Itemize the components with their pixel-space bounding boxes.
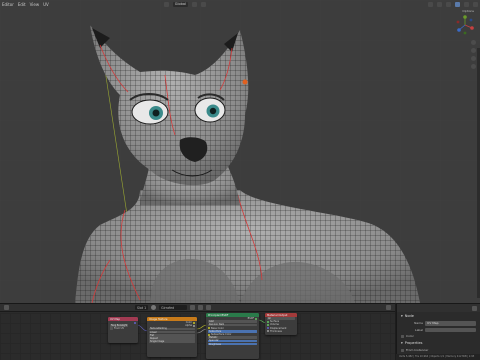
from-instancer-prop-row: From Instancer [397, 347, 480, 353]
proportional-edit-icon[interactable] [200, 1, 206, 7]
editor-type-icon[interactable] [4, 305, 9, 310]
material-sphere-icon[interactable] [151, 305, 157, 310]
from-instancer-checkbox[interactable] [401, 348, 404, 352]
shader-node-editor[interactable]: Slot 1 Girrafed UV Map Fang Bonelight Fr… [0, 303, 395, 360]
shading-solid-icon[interactable] [455, 1, 460, 7]
from-instancer-label: From Instancer [406, 348, 429, 352]
status-bar: Verts 5,482 | Tris 10,964 | Objects 1/1 … [396, 354, 480, 360]
unlink-icon[interactable] [206, 305, 212, 310]
props-header [397, 304, 480, 312]
viewport-scene[interactable] [0, 0, 480, 303]
pan-hand-icon[interactable] [471, 48, 476, 53]
principled-bsdf-node[interactable]: Principled BSDF BSDF GGX Random Walk Bas… [206, 313, 259, 359]
thickness-input-row: Thickness [265, 330, 297, 333]
material-output-node[interactable]: Material Output All Surface Volume Displ… [265, 313, 297, 335]
chevron-down-icon: ▾ [401, 314, 403, 318]
source-dropdown[interactable]: Single Image [149, 340, 195, 343]
menu-editor[interactable]: Editor [2, 2, 14, 7]
from-instancer-row: From UV [108, 327, 138, 331]
node-properties-panel[interactable]: ▾ Node Name UV Map Label Color ▾ Propertie… [396, 303, 480, 360]
fake-user-icon[interactable] [190, 305, 196, 310]
shading-wire-icon[interactable] [446, 1, 451, 7]
shading-material-icon[interactable] [464, 1, 469, 7]
options-button[interactable]: Options [462, 9, 474, 13]
color-label: Color [406, 334, 414, 338]
navigation-gizmo[interactable] [454, 14, 476, 36]
material-name-field[interactable]: Girrafed [159, 305, 188, 310]
3d-viewport[interactable]: Editor Edit View UV Global Options [0, 0, 480, 303]
shading-rendered-icon[interactable] [473, 1, 478, 7]
new-material-icon[interactable] [198, 305, 204, 310]
node-editor-header: Slot 1 Girrafed [0, 304, 395, 312]
roughness-row: Roughness [206, 343, 259, 346]
snap-icon[interactable] [191, 1, 197, 7]
node-panel-title[interactable]: ▾ Node [397, 312, 480, 320]
label-field[interactable] [425, 327, 476, 332]
xray-icon[interactable] [437, 1, 442, 7]
uv-map-node[interactable]: UV Map Fang Bonelight From UV [108, 317, 138, 343]
overlay-icon[interactable] [428, 1, 433, 7]
menu-uv[interactable]: UV [43, 2, 49, 7]
node-links [136, 319, 267, 334]
name-label: Name [414, 321, 423, 326]
grid-icon[interactable] [471, 64, 476, 69]
name-field[interactable]: UV Map [425, 321, 476, 326]
zoom-icon[interactable] [471, 40, 476, 45]
chevron-down-icon: ▾ [401, 341, 403, 345]
props-tab-icon[interactable] [472, 305, 477, 311]
source-row: Single Image [147, 340, 197, 343]
menu-edit[interactable]: Edit [18, 2, 26, 7]
viewport-header: Editor Edit View UV Global [0, 0, 480, 8]
transform-pivot-icon[interactable] [163, 1, 169, 7]
image-texture-node[interactable]: Image Texture Color Alpha TexturePaintin… [147, 317, 197, 357]
orientation-dropdown[interactable]: Global [172, 1, 188, 7]
selected-vertex[interactable] [242, 79, 248, 85]
slot-dropdown[interactable]: Slot 1 [135, 305, 149, 310]
menu-view[interactable]: View [30, 2, 40, 7]
roughness-field[interactable]: Roughness [208, 343, 257, 346]
pin-icon[interactable] [386, 305, 391, 310]
color-checkbox[interactable] [401, 334, 404, 338]
properties-subpanel-title[interactable]: ▾ Properties [397, 339, 480, 347]
label-label: Label [414, 327, 423, 332]
viewport-nav-buttons [471, 40, 476, 69]
camera-icon[interactable] [471, 56, 476, 61]
node-canvas[interactable]: UV Map Fang Bonelight From UV Image Text… [0, 313, 395, 360]
